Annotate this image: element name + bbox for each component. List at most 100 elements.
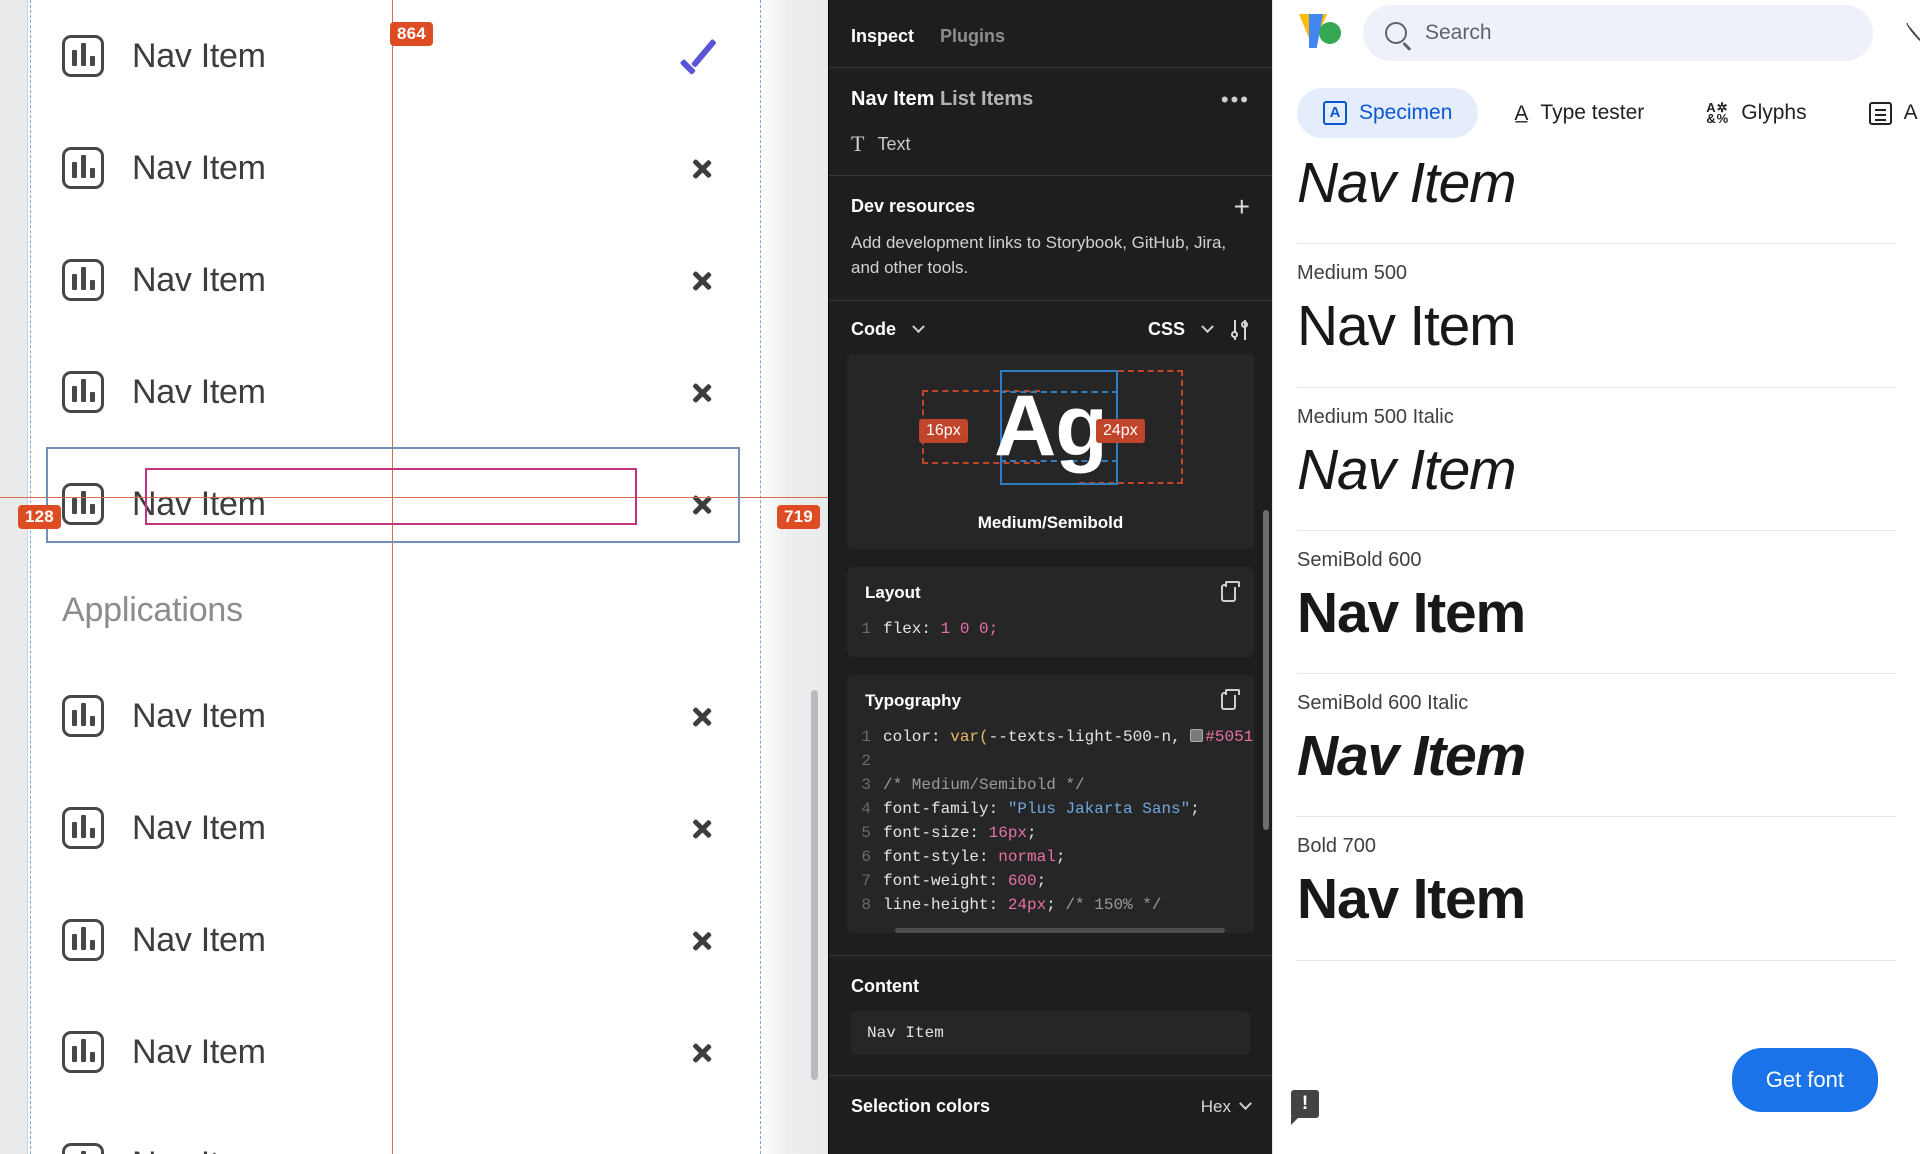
tab-inspect[interactable]: Inspect [851, 26, 914, 63]
code-line: font-family: "Plus Jakarta Sans"; [883, 800, 1200, 819]
line-number: 4 [861, 800, 871, 819]
nav-list-item[interactable]: Nav Item [30, 772, 760, 884]
search-icon [1385, 22, 1407, 44]
specimen-row: Nav Item [1297, 138, 1896, 245]
copy-icon[interactable] [1221, 581, 1240, 603]
figma-canvas[interactable]: Nav Item Nav Item Nav Item Nav Item Nav … [0, 0, 828, 1154]
nav-list-item-selected[interactable]: Nav Item [30, 448, 760, 560]
code-line: color: var(--texts-light-500-n, #5051 [883, 728, 1254, 747]
warning-icon[interactable]: ! [1291, 1090, 1319, 1125]
google-fonts-tabs: A Specimen A̲ Type tester A✲ &% Glyphs A [1273, 66, 1920, 138]
specimen-row: Bold 700 Nav Item [1297, 817, 1896, 961]
selection-parent-name: List Items [939, 88, 1034, 110]
chevron-right-icon [694, 923, 714, 957]
content-value-field[interactable]: Nav Item [851, 1011, 1250, 1056]
add-resource-icon[interactable]: + [1234, 192, 1250, 220]
nav-list-item[interactable]: Nav Item [30, 0, 760, 112]
line-number: 2 [861, 752, 871, 771]
bar-chart-icon [62, 483, 104, 525]
nav-list-item[interactable]: Nav Item [30, 224, 760, 336]
tab-specimen[interactable]: A Specimen [1297, 88, 1479, 138]
chevron-down-icon[interactable] [1201, 320, 1214, 334]
tab-type-tester[interactable]: A̲ Type tester [1488, 88, 1670, 138]
layout-code-card: Layout 1 flex: 1 0 0; [847, 567, 1254, 658]
line-number: 5 [861, 824, 871, 843]
search-input[interactable]: Search [1363, 5, 1873, 61]
bar-chart-icon [62, 1031, 104, 1073]
nav-list-item[interactable]: Nav Item [30, 336, 760, 448]
specimen-sample: Nav Item [1297, 151, 1517, 215]
tab-about-label: A [1903, 101, 1918, 124]
bar-chart-icon [62, 371, 104, 413]
bar-chart-icon [62, 695, 104, 737]
more-options-icon[interactable]: ••• [1221, 88, 1250, 110]
typography-preview: Ag 16px 24px Medium/Semibold [847, 354, 1254, 550]
color-format-selector[interactable]: Hex [1201, 1097, 1252, 1117]
code-language-label[interactable]: CSS [1148, 319, 1185, 340]
measure-badge-top: 864 [390, 22, 433, 46]
inspect-panel-scrollbar[interactable] [1263, 510, 1269, 830]
measure-badge-right: 719 [777, 505, 820, 529]
google-fonts-panel: Search A Specimen A̲ Type tester A✲ &% Gl… [1272, 0, 1920, 1154]
specimen-row: Medium 500 Italic Nav Item [1297, 388, 1896, 531]
type-tester-icon: A̲ [1514, 101, 1529, 125]
tab-glyphs[interactable]: A✲ &% Glyphs [1680, 88, 1832, 138]
nav-item-label: Nav Item [132, 484, 266, 523]
specimen-icon: A [1323, 101, 1347, 125]
selection-colors-title: Selection colors [851, 1096, 991, 1117]
nav-list-item[interactable]: Nav Item [30, 884, 760, 996]
tab-glyphs-label: Glyphs [1741, 101, 1807, 124]
layout-code-body[interactable]: 1 flex: 1 0 0; [847, 609, 1254, 657]
specimen-row: Medium 500 Nav Item [1297, 244, 1896, 388]
bar-chart-icon [62, 807, 104, 849]
selection-type-label: Text [877, 133, 911, 154]
tab-plugins[interactable]: Plugins [940, 26, 1005, 63]
code-horizontal-scrollbar[interactable] [895, 928, 1225, 934]
inspect-panel: Inspect Plugins Nav Item List Items ••• … [828, 0, 1272, 1154]
chevron-right-icon [694, 263, 714, 297]
measure-guide-horizontal [0, 497, 828, 498]
search-placeholder: Search [1425, 21, 1492, 44]
nav-list-item[interactable]: Nav Item [30, 112, 760, 224]
content-title: Content [851, 976, 919, 997]
selection-colors-section: Selection colors Hex [829, 1076, 1272, 1137]
code-title: Code [851, 319, 896, 340]
typography-code-card: Typography 1 color: var(--texts-light-500… [847, 675, 1254, 934]
google-fonts-logo-icon[interactable] [1297, 10, 1343, 56]
nav-list-item[interactable]: Nav Item [30, 996, 760, 1108]
nav-item-label: Nav Item [132, 260, 266, 299]
specimen-weight-label: SemiBold 600 Italic [1297, 692, 1469, 714]
chevron-right-icon [694, 1035, 714, 1069]
canvas-scrollbar[interactable] [811, 690, 818, 1080]
typography-code-body[interactable]: 1 color: var(--texts-light-500-n, #5051 2… [847, 717, 1254, 934]
specimen-list: Nav Item Medium 500 Nav Item Medium 500 … [1273, 138, 1920, 961]
dark-mode-icon[interactable] [1905, 21, 1920, 45]
bar-chart-icon [62, 35, 104, 77]
chevron-right-icon [694, 1147, 714, 1154]
chevron-right-icon [694, 487, 714, 521]
preview-style-caption: Medium/Semibold [977, 513, 1124, 533]
nav-item-label: Nav Item [132, 920, 266, 959]
specimen-row: SemiBold 600 Italic Nav Item [1297, 674, 1896, 818]
content-section: Content Nav Item [829, 955, 1272, 1077]
code-line: font-size: 16px; [883, 824, 1037, 843]
measure-badge-left: 128 [18, 505, 61, 529]
frame-edge-right [760, 0, 761, 1154]
nav-list-item[interactable]: Nav Item [30, 660, 760, 772]
nav-list-item[interactable]: Nav Item [30, 1108, 760, 1154]
specimen-sample: Nav Item [1297, 867, 1526, 932]
chevron-right-icon [694, 811, 714, 845]
get-font-button[interactable]: Get font [1731, 1048, 1878, 1112]
chevron-right-icon [694, 699, 714, 733]
code-settings-icon[interactable] [1230, 319, 1250, 340]
specimen-weight-label: Medium 500 [1297, 262, 1408, 285]
dev-resources-description: Add development links to Storybook, GitH… [851, 233, 1227, 277]
tab-about[interactable]: A [1843, 88, 1920, 138]
specimen-sample: Nav Item [1297, 437, 1517, 502]
chevron-down-icon[interactable] [912, 320, 925, 334]
copy-icon[interactable] [1221, 689, 1240, 711]
text-type-icon: T [851, 131, 865, 156]
chevron-right-icon [694, 375, 714, 409]
nav-item-label: Nav Item [132, 1032, 266, 1071]
chevron-right-icon [694, 151, 714, 185]
